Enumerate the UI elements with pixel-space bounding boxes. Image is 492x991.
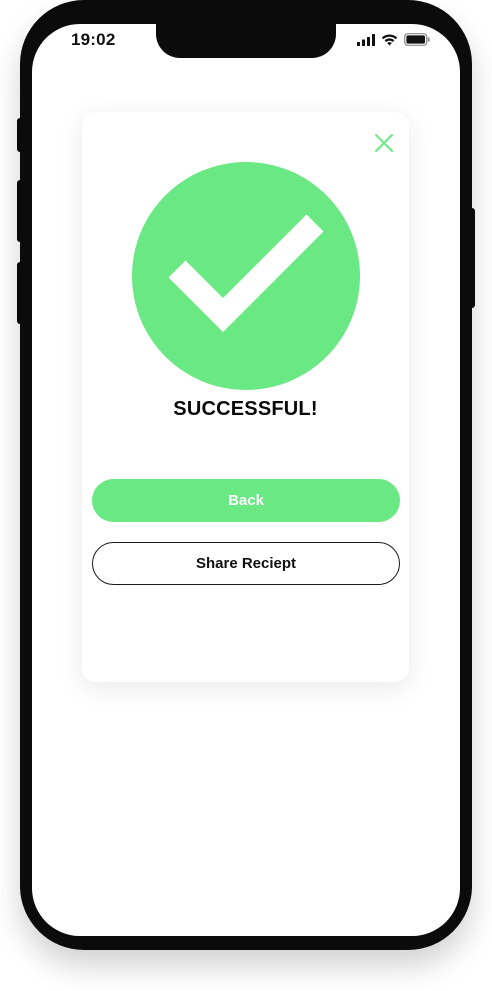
stage: 19:02 SUCCESSFUL! Back Share Reciept (0, 0, 492, 991)
status-icons (357, 33, 430, 46)
share-receipt-button[interactable]: Share Reciept (92, 542, 400, 585)
close-button[interactable] (373, 132, 395, 154)
success-title: SUCCESSFUL! (173, 398, 318, 420)
notch (156, 24, 336, 58)
back-button[interactable]: Back (92, 479, 400, 522)
back-button-label: Back (228, 492, 264, 509)
phone-screen: 19:02 SUCCESSFUL! Back Share Reciept (32, 24, 460, 936)
success-circle (132, 162, 360, 390)
cellular-signal-icon (357, 33, 375, 46)
share-receipt-button-label: Share Reciept (195, 555, 297, 572)
success-modal: SUCCESSFUL! Back Share Reciept (82, 112, 409, 682)
status-time: 19:02 (71, 30, 116, 49)
close-icon (375, 134, 393, 152)
checkmark-icon (168, 214, 324, 332)
battery-icon (404, 33, 430, 46)
wifi-icon (381, 34, 398, 46)
